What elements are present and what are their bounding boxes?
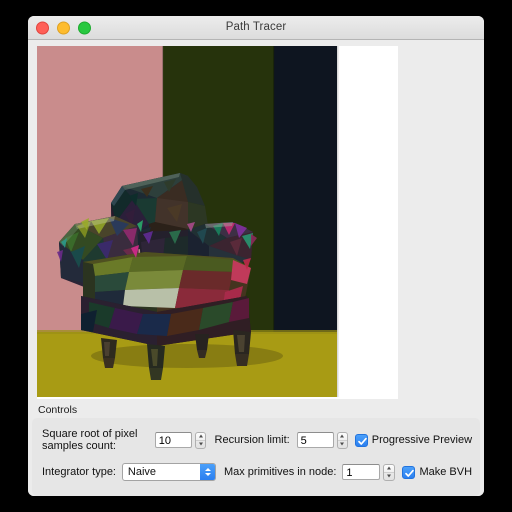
progressive-preview-checkbox-row[interactable]: Progressive Preview xyxy=(354,433,473,447)
recursion-stepper-up[interactable] xyxy=(338,433,347,441)
make-bvh-label: Make BVH xyxy=(419,466,473,478)
integrator-type-label: Integrator type: xyxy=(42,466,116,478)
chevron-updown-icon[interactable] xyxy=(200,464,216,480)
window-body: Controls Square root of pixel samples co… xyxy=(28,40,484,496)
window-titlebar[interactable]: Path Tracer xyxy=(28,16,484,40)
arrow-down-icon xyxy=(386,474,391,478)
controls-group: Controls Square root of pixel samples co… xyxy=(32,404,480,496)
recursion-limit-label: Recursion limit: xyxy=(214,434,290,446)
max-primitives-stepper[interactable] xyxy=(382,463,395,481)
controls-row-2: Integrator type: Naive Max primitives in… xyxy=(42,462,472,482)
path-tracer-window: Path Tracer Controls Square root of pixe… xyxy=(28,16,484,496)
controls-panel: Square root of pixel samples count: 10 R… xyxy=(32,418,480,496)
max-primitives-stepper-down[interactable] xyxy=(384,473,394,480)
arrow-down-icon xyxy=(340,442,345,446)
controls-row-1: Square root of pixel samples count: 10 R… xyxy=(42,427,473,453)
samples-stepper[interactable] xyxy=(195,431,206,449)
controls-group-label: Controls xyxy=(38,404,78,416)
make-bvh-checkbox-row[interactable]: Make BVH xyxy=(402,465,473,479)
recursion-limit-stepper[interactable] xyxy=(337,431,348,449)
samples-label: Square root of pixel samples count: xyxy=(42,427,138,453)
render-viewport[interactable] xyxy=(37,46,398,399)
progressive-preview-label: Progressive Preview xyxy=(371,434,473,446)
traffic-light-group xyxy=(36,21,91,34)
chevron-up-icon xyxy=(204,468,211,471)
max-primitives-label: Max primitives in node: xyxy=(223,466,337,478)
window-title: Path Tracer xyxy=(225,21,287,33)
recursion-stepper-down[interactable] xyxy=(338,441,347,448)
arrow-down-icon xyxy=(198,442,203,446)
arrow-up-icon xyxy=(386,466,391,470)
checkmark-icon xyxy=(405,469,415,477)
path-traced-render-image xyxy=(37,46,398,399)
arrow-up-icon xyxy=(198,434,203,438)
samples-stepper-up[interactable] xyxy=(196,433,205,441)
samples-stepper-down[interactable] xyxy=(196,441,205,448)
integrator-type-select[interactable]: Naive xyxy=(121,463,217,481)
checkmark-icon xyxy=(357,437,367,445)
arrow-up-icon xyxy=(340,434,345,438)
close-button-icon[interactable] xyxy=(36,21,49,34)
make-bvh-checkbox[interactable] xyxy=(402,465,416,479)
samples-input[interactable]: 10 xyxy=(154,432,193,448)
chevron-down-icon xyxy=(204,473,211,476)
integrator-type-value: Naive xyxy=(127,466,157,478)
maximize-button-icon[interactable] xyxy=(78,21,91,34)
screen: Path Tracer Controls Square root of pixe… xyxy=(0,0,512,512)
minimize-button-icon[interactable] xyxy=(57,21,70,34)
recursion-limit-input[interactable]: 5 xyxy=(296,432,335,448)
max-primitives-stepper-up[interactable] xyxy=(383,465,394,473)
max-primitives-input[interactable]: 1 xyxy=(342,464,380,480)
progressive-preview-checkbox[interactable] xyxy=(354,433,368,447)
